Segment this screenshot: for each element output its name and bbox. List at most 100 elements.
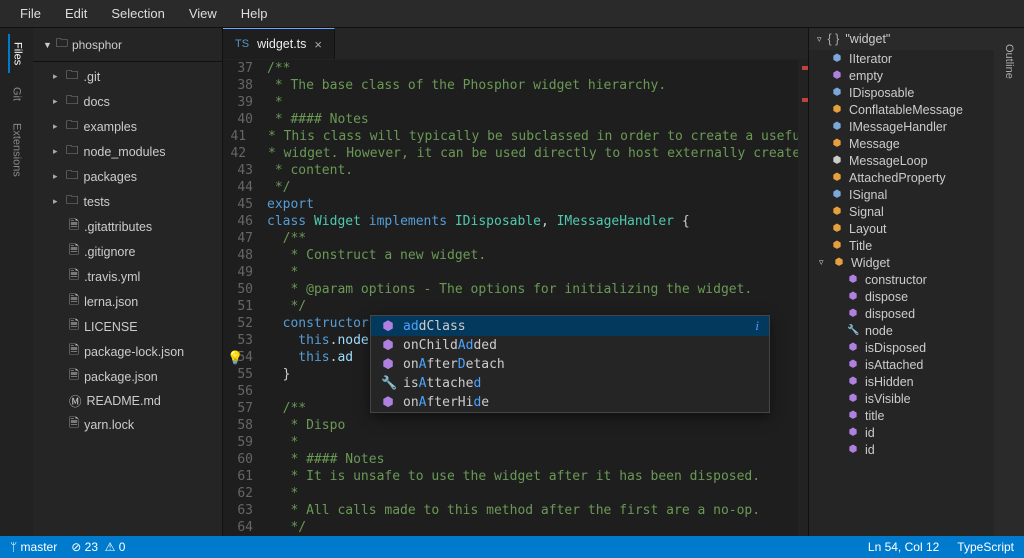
suggest-item[interactable]: ⬢onChildAdded: [371, 336, 769, 355]
cursor-position[interactable]: Ln 54, Col 12: [868, 540, 939, 554]
code-line[interactable]: 49 *: [223, 264, 808, 281]
code-line[interactable]: 58 * Dispo: [223, 417, 808, 434]
outline-item[interactable]: ⬢id: [809, 424, 994, 441]
code-line[interactable]: 61 * It is unsafe to use the widget afte…: [223, 468, 808, 485]
code-line[interactable]: 44 */: [223, 179, 808, 196]
file-item[interactable]: 🗎LICENSE: [33, 314, 222, 339]
menu-selection[interactable]: Selection: [99, 2, 176, 25]
outline-item[interactable]: ⬢Title: [809, 237, 994, 254]
activity-extensions[interactable]: Extensions: [9, 115, 25, 185]
outline-item[interactable]: ⬢Message: [809, 135, 994, 152]
code-line[interactable]: 38 * The base class of the Phosphor widg…: [223, 77, 808, 94]
code-line[interactable]: 64 */: [223, 519, 808, 536]
code-line[interactable]: 51 */: [223, 298, 808, 315]
outline-item[interactable]: 🔧node: [809, 322, 994, 339]
explorer-header[interactable]: ▼ 🗀 phosphor: [33, 28, 222, 62]
errors-warnings[interactable]: ⊘ 23 ⚠ 0: [71, 540, 125, 554]
menu-view[interactable]: View: [177, 2, 229, 25]
suggest-label: onAfterHide: [403, 395, 489, 410]
outline-label: Title: [849, 239, 872, 253]
tab-active[interactable]: TS widget.ts ×: [223, 28, 335, 59]
outline-item[interactable]: ⬢empty: [809, 67, 994, 84]
outline-item-widget[interactable]: ▿⬢Widget: [809, 254, 994, 271]
language-mode[interactable]: TypeScript: [957, 540, 1014, 554]
code-line[interactable]: 59 *: [223, 434, 808, 451]
file-item[interactable]: 🗎package-lock.json: [33, 339, 222, 364]
outline-item[interactable]: ⬢disposed: [809, 305, 994, 322]
right-tab-outline[interactable]: Outline: [1001, 36, 1017, 87]
code-content: */: [267, 519, 306, 536]
outline-label: IIterator: [849, 52, 892, 66]
outline-item[interactable]: ⬢isAttached: [809, 356, 994, 373]
code-line[interactable]: 60 * #### Notes: [223, 451, 808, 468]
code-line[interactable]: 37/**: [223, 60, 808, 77]
file-item[interactable]: 🗎package.json: [33, 364, 222, 389]
code-line[interactable]: 42 * widget. However, it can be used dir…: [223, 145, 808, 162]
outline-item[interactable]: ⬢isVisible: [809, 390, 994, 407]
outline-item[interactable]: ⬢Layout: [809, 220, 994, 237]
code-content: * This class will typically be subclasse…: [260, 128, 808, 145]
line-number: 52: [223, 315, 267, 332]
menu-help[interactable]: Help: [229, 2, 280, 25]
code-line[interactable]: 48 * Construct a new widget.: [223, 247, 808, 264]
code-line[interactable]: 40 * #### Notes: [223, 111, 808, 128]
outline-item[interactable]: ⬢isHidden: [809, 373, 994, 390]
outline-header[interactable]: ▿ { } "widget": [809, 28, 994, 50]
folder-item[interactable]: ▸🗀.git: [33, 64, 222, 89]
file-item[interactable]: 🗎.travis.yml: [33, 264, 222, 289]
file-item[interactable]: 🗎lerna.json: [33, 289, 222, 314]
suggest-item[interactable]: ⬢addClassi: [371, 316, 769, 336]
outline-item[interactable]: ⬢IIterator: [809, 50, 994, 67]
outline-item[interactable]: ⬢ConflatableMessage: [809, 101, 994, 118]
code-line[interactable]: 45export: [223, 196, 808, 213]
code-line[interactable]: 63 * All calls made to this method after…: [223, 502, 808, 519]
suggest-item[interactable]: ⬢onAfterHide: [371, 393, 769, 412]
outline-item[interactable]: ⬢Signal: [809, 203, 994, 220]
outline-item[interactable]: ⬢IDisposable: [809, 84, 994, 101]
lightbulb-icon[interactable]: 💡: [227, 350, 243, 366]
editor[interactable]: 37/**38 * The base class of the Phosphor…: [223, 60, 808, 536]
code-line[interactable]: 50 * @param options - The options for in…: [223, 281, 808, 298]
file-icon: 🗎: [69, 216, 79, 237]
code-line[interactable]: 43 * content.: [223, 162, 808, 179]
outline-label: MessageLoop: [849, 154, 928, 168]
folder-label: examples: [84, 120, 138, 134]
code-line[interactable]: 41 * This class will typically be subcla…: [223, 128, 808, 145]
wrench-icon: 🔧: [381, 376, 395, 391]
code-content: *: [267, 264, 298, 281]
file-item[interactable]: 🗎.gitattributes: [33, 214, 222, 239]
close-icon[interactable]: ×: [314, 37, 322, 52]
outline-item[interactable]: ⬢ISignal: [809, 186, 994, 203]
outline-item[interactable]: ⬢dispose: [809, 288, 994, 305]
suggest-item[interactable]: ⬢onAfterDetach: [371, 355, 769, 374]
outline-item[interactable]: ⬢title: [809, 407, 994, 424]
activity-files[interactable]: Files: [8, 34, 26, 73]
minimap[interactable]: [798, 60, 808, 536]
file-item[interactable]: 🗎.gitignore: [33, 239, 222, 264]
code-line[interactable]: 47 /**: [223, 230, 808, 247]
info-icon[interactable]: i: [755, 318, 759, 334]
line-number: 39: [223, 94, 267, 111]
code-line[interactable]: 39 *: [223, 94, 808, 111]
outline-item[interactable]: ⬢constructor: [809, 271, 994, 288]
outline-item[interactable]: ⬢IMessageHandler: [809, 118, 994, 135]
folder-item[interactable]: ▸🗀docs: [33, 89, 222, 114]
file-item[interactable]: 🗎yarn.lock: [33, 412, 222, 437]
git-branch[interactable]: ᛘ master: [10, 540, 57, 554]
file-item[interactable]: ⓂREADME.md: [33, 389, 222, 412]
menu-edit[interactable]: Edit: [53, 2, 99, 25]
menu-file[interactable]: File: [8, 2, 53, 25]
outline-item[interactable]: ⬢MessageLoop: [809, 152, 994, 169]
outline-item[interactable]: ⬢AttachedProperty: [809, 169, 994, 186]
code-line[interactable]: 46class Widget implements IDisposable, I…: [223, 213, 808, 230]
outline-item[interactable]: ⬢isDisposed: [809, 339, 994, 356]
folder-item[interactable]: ▸🗀node_modules: [33, 139, 222, 164]
activity-git[interactable]: Git: [9, 79, 25, 109]
suggest-item[interactable]: 🔧isAttached: [371, 374, 769, 393]
folder-item[interactable]: ▸🗀packages: [33, 164, 222, 189]
symbol-icon: ⬢: [847, 444, 859, 455]
outline-item[interactable]: ⬢id: [809, 441, 994, 458]
code-line[interactable]: 62 *: [223, 485, 808, 502]
folder-item[interactable]: ▸🗀examples: [33, 114, 222, 139]
folder-item[interactable]: ▸🗀tests: [33, 189, 222, 214]
